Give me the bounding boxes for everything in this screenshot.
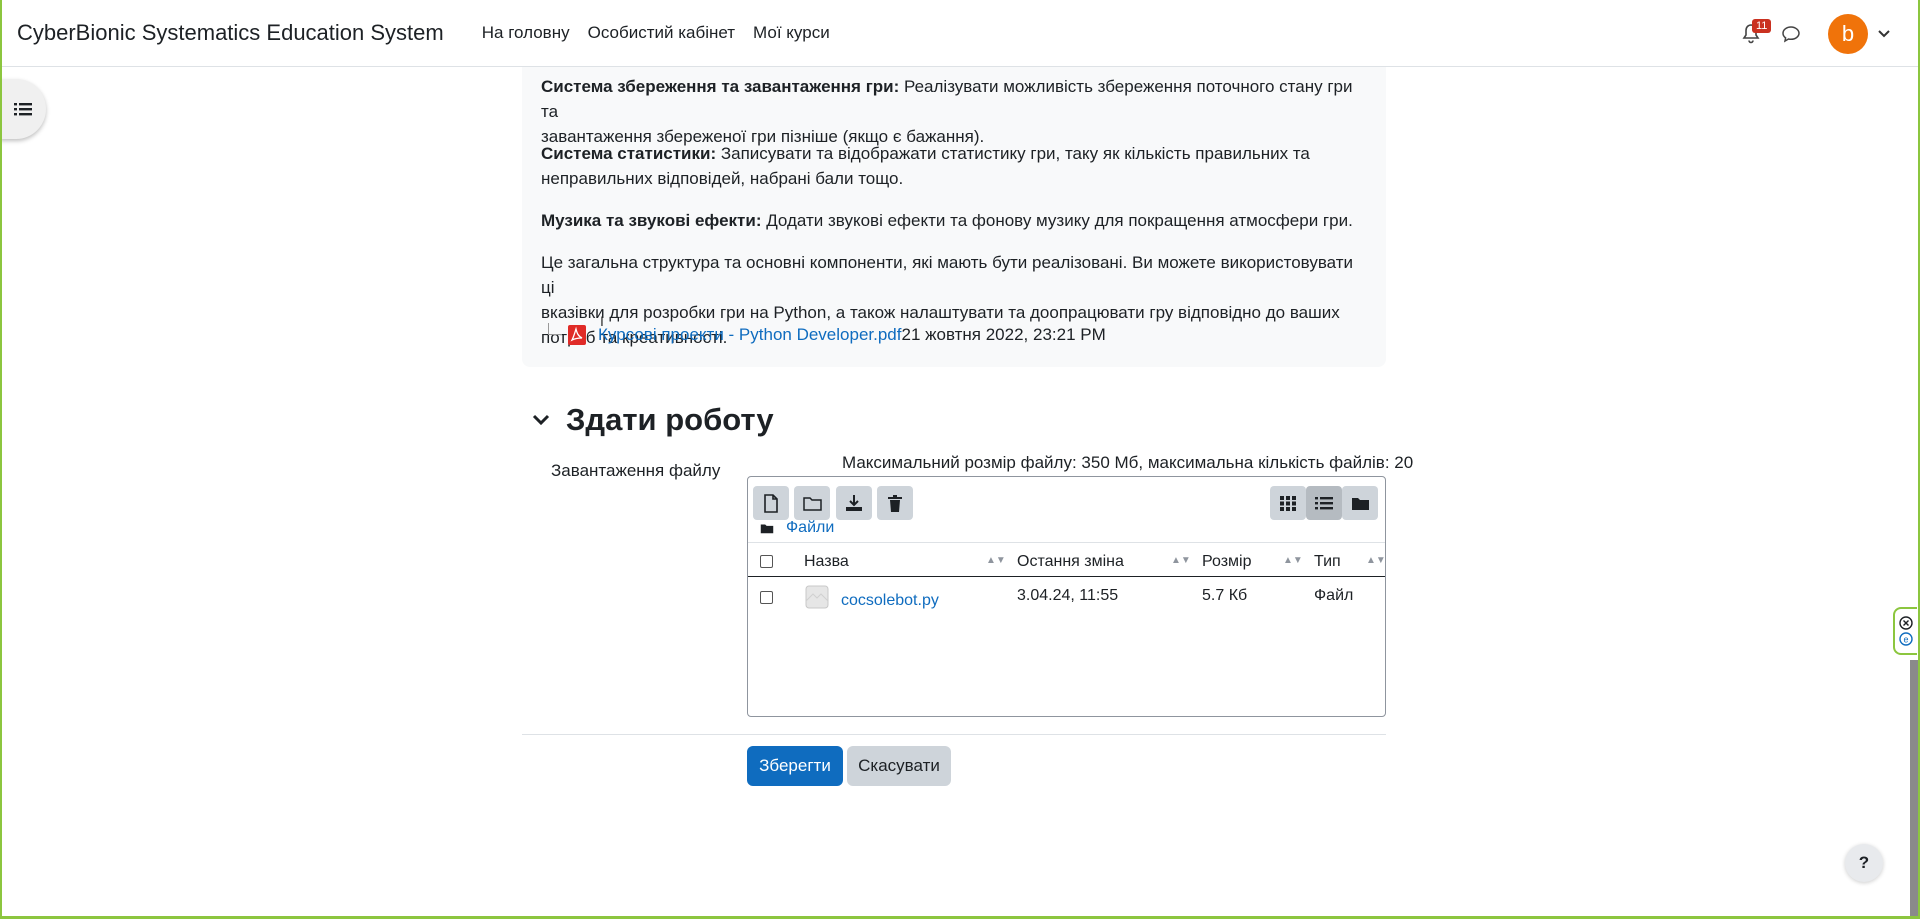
sort-icon[interactable]: ▲▼ [1366,555,1386,566]
folder-outline-icon [802,496,822,511]
help-button[interactable]: ? [1845,844,1883,882]
chevron-down-icon[interactable] [1878,30,1890,38]
column-modified[interactable]: Остання зміна [1017,553,1124,571]
primary-navigation: На головну Особистий кабінет Мої курси [482,23,830,43]
assignment-description: Система збереження та завантаження гри: … [522,67,1386,367]
file-size: 5.7 Кб [1202,587,1248,604]
statistics-paragraph: Система статистики: Записувати та відобр… [541,144,1310,188]
chevron-down-icon[interactable] [532,414,550,426]
extension-widget[interactable]: e [1893,607,1917,655]
view-tree-button[interactable] [1342,486,1378,520]
nav-my-courses-link[interactable]: Мої курси [753,23,830,43]
download-all-button[interactable] [836,486,872,520]
attachment-link[interactable]: Курсові проекти - Python Developer.pdf [598,325,902,345]
user-navigation: 11 b [1736,14,1890,54]
view-details-button[interactable] [1306,486,1342,520]
cancel-button[interactable]: Скасувати [847,746,951,786]
column-type[interactable]: Тип [1314,553,1341,571]
breadcrumb-files-link[interactable]: Файли [786,519,834,537]
delete-button[interactable] [877,486,913,520]
file-modified: 3.04.24, 11:55 [1017,587,1119,604]
add-file-button[interactable] [753,486,789,520]
messages-button[interactable] [1776,16,1806,52]
folder-icon [760,523,774,533]
file-table-header: Назва ▲▼ Остання зміна ▲▼ Розмір ▲▼ Тип … [748,542,1386,577]
section-title: Здати роботу [566,402,774,437]
site-brand[interactable]: CyberBionic Systematics Education System [17,20,444,46]
sort-icon[interactable]: ▲▼ [986,555,1006,566]
breadcrumb: Файли [760,519,834,537]
table-row[interactable]: cocsolebot.py 3.04.24, 11:55 5.7 Кб Файл [748,581,1385,617]
navbar: CyberBionic Systematics Education System… [0,0,1920,67]
upload-limits-text: Максимальний розмір файлу: 350 Мб, макси… [842,453,1414,472]
nav-home-link[interactable]: На головну [482,23,570,43]
file-upload-label: Завантаження файлу [551,461,721,480]
user-avatar[interactable]: b [1828,14,1868,54]
view-icons-button[interactable] [1270,486,1306,520]
select-all-checkbox[interactable] [760,555,773,568]
grid-icon [1279,495,1296,511]
svg-text:e: e [1903,635,1908,645]
pdf-icon [568,325,586,345]
close-icon[interactable] [1899,616,1913,630]
extension-logo-icon[interactable]: e [1899,632,1913,646]
column-size[interactable]: Розмір [1202,553,1251,571]
file-type: Файл [1314,587,1354,604]
page-scrollbar[interactable] [1910,660,1918,916]
text-cursor-icon: I [600,313,604,329]
attachment-date: 21 жовтня 2022, 23:21 PM [901,325,1106,344]
file-checkbox[interactable] [760,591,773,604]
notification-count-badge: 11 [1752,19,1772,33]
submission-section-header[interactable]: Здати роботу [532,402,774,438]
sort-icon[interactable]: ▲▼ [1171,555,1191,566]
folder-icon [1351,497,1369,510]
trash-icon [888,494,902,512]
file-icon [805,585,829,609]
sort-icon[interactable]: ▲▼ [1283,555,1303,566]
save-button[interactable]: Зберегти [747,746,843,786]
file-name-link[interactable]: cocsolebot.py [841,592,939,610]
notifications-button[interactable]: 11 [1736,16,1772,52]
tree-connector [548,323,562,335]
nav-dashboard-link[interactable]: Особистий кабінет [588,23,735,43]
attachment-row: Курсові проекти - Python Developer.pdf 2… [548,323,1106,345]
new-file-icon [764,493,778,513]
chat-icon [1782,26,1800,43]
download-icon [846,495,862,511]
form-divider [522,734,1386,735]
list-icon [1315,496,1333,509]
create-folder-button[interactable] [794,486,830,520]
list-icon [14,102,32,115]
course-index-toggle[interactable] [0,79,46,139]
save-load-paragraph: Система збереження та завантаження гри: … [541,77,1353,146]
column-name[interactable]: Назва [804,553,849,571]
music-paragraph: Музика та звукові ефекти: Додати звукові… [541,211,1353,230]
file-manager: Файли Назва ▲▼ Остання зміна ▲▼ Розмір ▲… [747,476,1386,717]
